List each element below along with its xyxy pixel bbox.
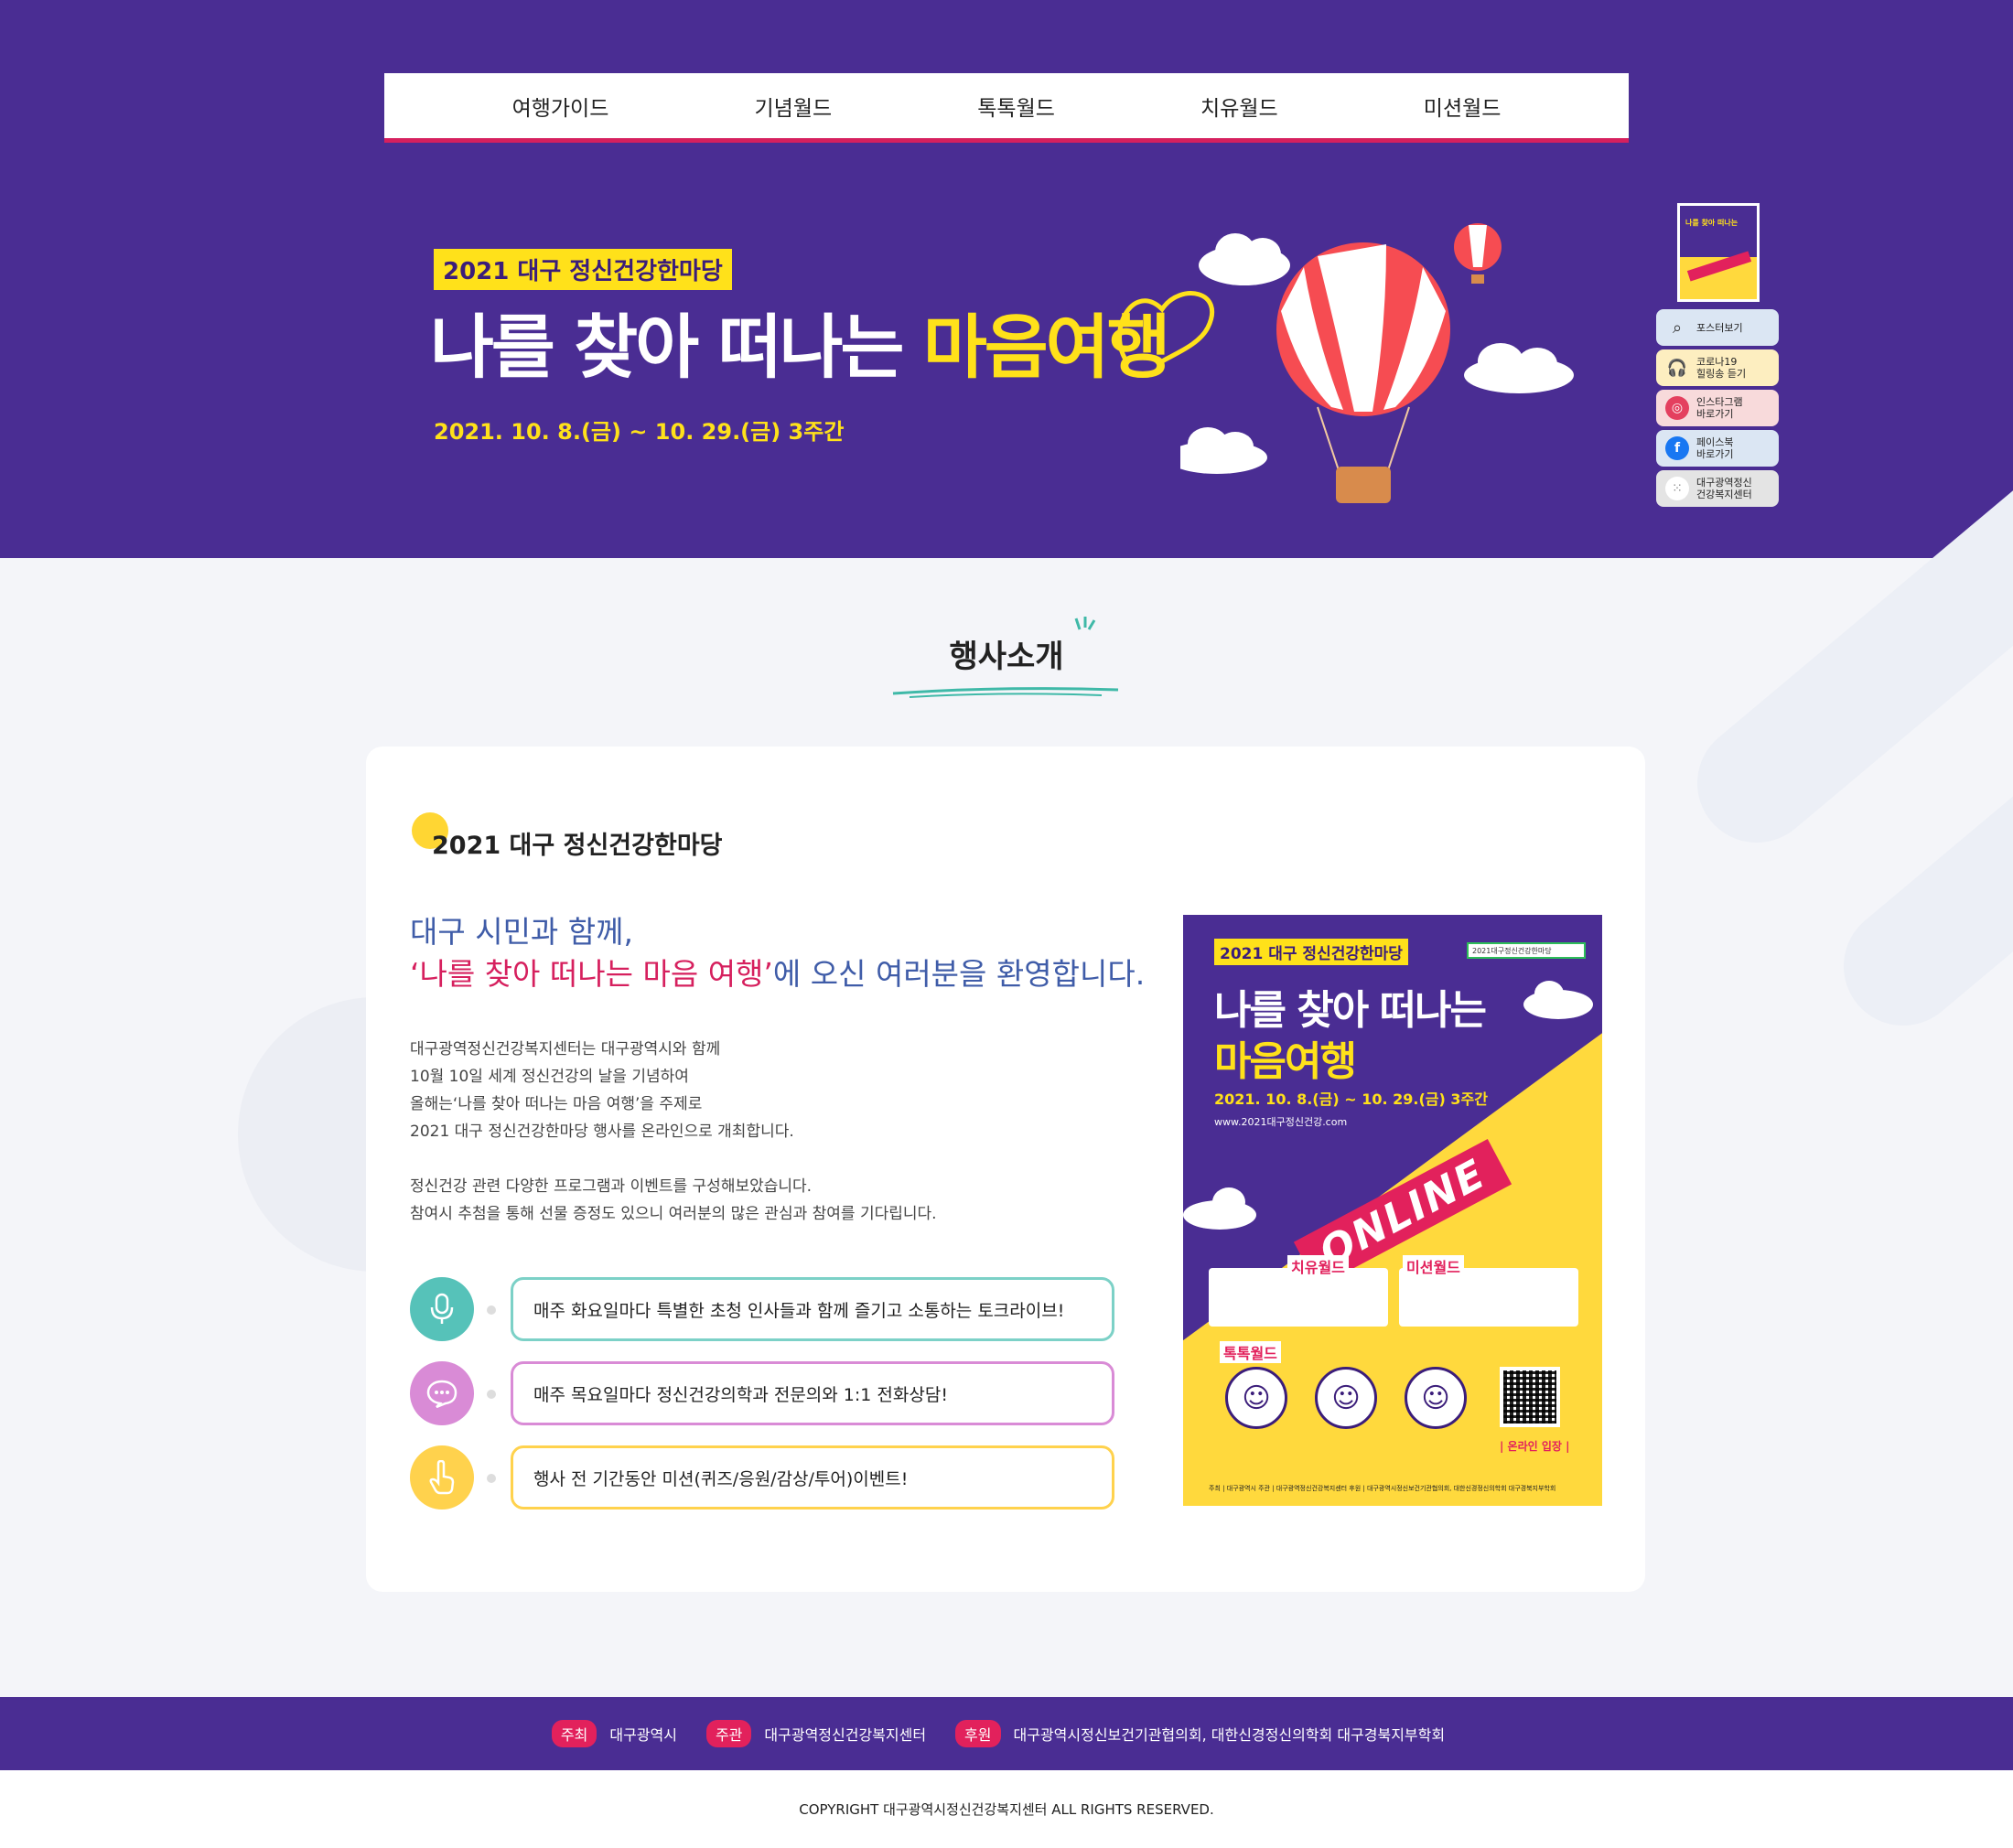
desc-line: 정신건강 관련 다양한 프로그램과 이벤트를 구성해보았습니다. <box>410 1177 813 1196</box>
hero-title-white: 나를 찾아 떠나는 <box>430 306 923 388</box>
organizer-tag: 주관 <box>705 1720 752 1747</box>
hero-badge: 2021 대구 정신건강한마당 <box>434 249 732 290</box>
desc-line: 10월 10일 세계 정신건강의 날을 기념하여 <box>410 1068 689 1086</box>
event-intro-card: 2021 대구 정신건강한마당 대구 시민과 함께, ‘나를 찾아 떠나는 마음… <box>366 747 1645 1592</box>
sparkle-icon <box>1074 617 1096 630</box>
poster-thumbnail[interactable]: 나를 찾아 떠나는 <box>1677 203 1760 302</box>
nav-travel-guide[interactable]: 여행가이드 <box>512 91 609 122</box>
quick-instagram-button[interactable]: ◎ 인스타그램 바로가기 <box>1656 390 1779 426</box>
poster-footer: 주최 | 대구광역시 주관 | 대구광역정신건강복지센터 후원 | 대구광역시정… <box>1209 1485 1556 1492</box>
poster-title-2: 마음여행 <box>1214 1038 1357 1085</box>
chat-bubble-icon <box>410 1361 474 1425</box>
main-nav: 여행가이드 기념월드 톡톡월드 치유월드 미션월드 <box>384 73 1629 143</box>
feature-text: 행사 전 기간동안 미션(퀴즈/응원/감상/투어)이벤트! <box>511 1445 1114 1510</box>
welcome-rest: 에 오신 여러분을 환영합니다. <box>772 956 1146 992</box>
quick-center-button[interactable]: ⁙ 대구광역정신 건강복지센터 <box>1656 470 1779 507</box>
feature-text: 매주 화요일마다 특별한 초청 인사들과 함께 즐기고 소통하는 토크라이브! <box>511 1277 1114 1341</box>
cloud-icon <box>1464 343 1574 393</box>
facebook-icon: f <box>1665 436 1689 460</box>
section-title: 행사소개 <box>949 639 1064 675</box>
quick-healing-song-label: 코로나19 힐링송 듣기 <box>1696 356 1747 380</box>
desc-line: 대구광역정신건강복지센터는 대구광역시와 함께 <box>410 1040 721 1058</box>
poster-label-talk: 톡톡월드 <box>1220 1341 1281 1363</box>
welcome-line-2: ‘나를 찾아 떠나는 마음 여행’에 오신 여러분을 환영합니다. <box>410 950 1145 994</box>
nav-memorial-world[interactable]: 기념월드 <box>755 91 833 122</box>
poster-url: www.2021대구정신건강.com <box>1214 1116 1348 1128</box>
poster-label-mission: 미션월드 <box>1403 1255 1464 1277</box>
poster-enter-label: | 온라인 입장 | <box>1500 1440 1570 1453</box>
event-description: 대구광역정신건강복지센터는 대구광역시와 함께 10월 10일 세계 정신건강의… <box>410 1036 937 1228</box>
headphones-icon: 🎧 <box>1666 358 1688 378</box>
poster-title-1: 나를 찾아 떠나는 <box>1214 987 1487 1034</box>
nav-mission-world[interactable]: 미션월드 <box>1424 91 1502 122</box>
copyright: COPYRIGHT 대구광역시정신건강복지센터 ALL RIGHTS RESER… <box>0 1770 2013 1848</box>
cloud-icon <box>1199 233 1290 285</box>
poster-date: 2021. 10. 8.(금) ~ 10. 29.(금) 3주간 <box>1214 1091 1488 1108</box>
feature-talk-live: 매주 화요일마다 특별한 초청 인사들과 함께 즐기고 소통하는 토크라이브! <box>410 1277 1124 1341</box>
event-poster[interactable]: 2021 대구 정신건강한마당 2021대구정신건강한마당 나를 찾아 떠나는 … <box>1183 915 1602 1506</box>
cloud-icon <box>1183 1187 1256 1230</box>
quick-center-label: 대구광역정신 건강복지센터 <box>1696 477 1752 500</box>
microphone-icon <box>410 1277 474 1341</box>
feature-mission-event: 행사 전 기간동안 미션(퀴즈/응원/감상/투어)이벤트! <box>410 1445 1124 1510</box>
welcome-theme: ‘나를 찾아 떠나는 마음 여행’ <box>410 956 773 992</box>
title-underline <box>892 687 1119 698</box>
desc-line: 참여시 추첨을 통해 선물 증정도 있으니 여러분의 많은 관심과 참여를 기다… <box>410 1205 937 1223</box>
card-title: 2021 대구 정신건강한마당 <box>432 832 723 860</box>
organizer-name: 대구광역정신건강복지센터 <box>764 1726 927 1744</box>
hero-title: 나를 찾아 떠나는 마음여행 <box>430 291 1171 392</box>
cloud-icon <box>1180 427 1267 474</box>
desc-line: 2021 대구 정신건강한마당 행사를 온라인으로 개최합니다. <box>410 1123 794 1141</box>
poster-search-box: 2021대구정신건강한마당 <box>1467 942 1586 959</box>
cloud-icon <box>1523 981 1593 1019</box>
desc-line: 올해는‘나를 찾아 떠나는 마음 여행’을 주제로 <box>410 1095 703 1113</box>
poster-label-heal: 치유월드 <box>1287 1255 1349 1277</box>
instagram-icon: ◎ <box>1665 396 1689 420</box>
sponsor-tag: 후원 <box>955 1720 1001 1747</box>
sponsor-name: 대구광역시정신보건기관협의회, 대한신경정신의학회 대구경북지부학회 <box>1013 1726 1446 1744</box>
quick-healing-song-button[interactable]: 🎧 코로나19 힐링송 듣기 <box>1656 349 1779 386</box>
qr-code-icon <box>1500 1367 1560 1427</box>
quick-menu: 나를 찾아 떠나는 ⌕ 포스터보기 🎧 코로나19 힐링송 듣기 ◎ 인스타그램… <box>1656 203 1781 510</box>
host-name: 대구광역시 <box>609 1726 677 1744</box>
nav-talk-world[interactable]: 톡톡월드 <box>977 91 1055 122</box>
quick-facebook-label: 페이스북 바로가기 <box>1696 436 1734 460</box>
poster-badge: 2021 대구 정신건강한마당 <box>1214 939 1408 965</box>
header-banner: 여행가이드 기념월드 톡톡월드 치유월드 미션월드 2021 대구 정신건강한마… <box>0 0 2013 558</box>
guest-avatar: ☺ <box>1225 1367 1287 1429</box>
feature-phone-counsel: 매주 목요일마다 정신건강의학과 전문의와 1:1 전화상담! <box>410 1361 1124 1425</box>
sponsor-footer: 주최 대구광역시 주관 대구광역정신건강복지센터 후원 대구광역시정신보건기관협… <box>0 1697 2013 1770</box>
poster-thumb-title: 나를 찾아 떠나는 <box>1685 219 1738 227</box>
quick-poster-label: 포스터보기 <box>1696 321 1743 334</box>
feature-text: 매주 목요일마다 정신건강의학과 전문의와 1:1 전화상담! <box>511 1361 1114 1425</box>
center-logo-icon: ⁙ <box>1665 477 1689 500</box>
welcome-line-1: 대구 시민과 함께, <box>410 914 633 950</box>
guest-avatar: ☺ <box>1405 1367 1467 1429</box>
quick-instagram-label: 인스타그램 바로가기 <box>1696 396 1743 420</box>
quick-facebook-button[interactable]: f 페이스북 바로가기 <box>1656 430 1779 467</box>
guest-avatar: ☺ <box>1315 1367 1377 1429</box>
quick-poster-button[interactable]: ⌕ 포스터보기 <box>1656 309 1779 346</box>
host-tag: 주최 <box>551 1720 597 1747</box>
nav-healing-world[interactable]: 치유월드 <box>1200 91 1278 122</box>
hot-air-balloon-illustration <box>1180 223 1574 503</box>
search-icon: ⌕ <box>1672 317 1683 338</box>
hero-date: 2021. 10. 8.(금) ~ 10. 29.(금) 3주간 <box>434 419 845 445</box>
tap-hand-icon <box>410 1445 474 1510</box>
